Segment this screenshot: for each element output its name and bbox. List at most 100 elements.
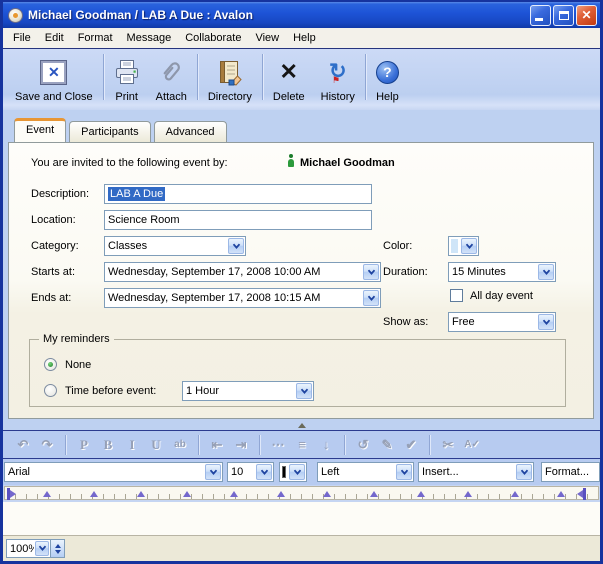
tab-event[interactable]: Event [14, 118, 66, 142]
color-combo-field [451, 239, 458, 253]
reminder-time-radio[interactable] [44, 384, 57, 397]
tab-stop-marker[interactable] [277, 491, 285, 497]
color-combo[interactable] [448, 236, 479, 256]
pen-icon[interactable]: ✎ [377, 437, 397, 453]
undo-icon[interactable]: ↶ [13, 437, 33, 453]
tab-stop-marker[interactable] [557, 491, 565, 497]
tab-stop-marker[interactable] [464, 491, 472, 497]
flag-icon: ⚑ [332, 68, 340, 92]
show-as-combo[interactable]: Free [448, 312, 556, 332]
window-title: Michael Goodman / LAB A Due : Avalon [28, 8, 530, 22]
chevron-down-icon [538, 264, 554, 280]
invited-by-name: Michael Goodman [300, 157, 395, 169]
redo-icon[interactable]: ↷ [37, 437, 57, 453]
starts-at-label: Starts at: [31, 266, 75, 278]
toolbar-separator [262, 54, 263, 100]
close-button[interactable]: ✕ [576, 5, 597, 26]
all-day-label: All day event [470, 290, 533, 302]
directory-button[interactable]: Directory [200, 52, 260, 104]
align-combo[interactable]: Left [317, 462, 414, 482]
paragraph-spacing-icon[interactable]: ≡ [292, 437, 312, 452]
spellcheck-icon[interactable]: A✓ [462, 439, 482, 450]
print-button[interactable]: Print [106, 52, 148, 104]
menu-message[interactable]: Message [120, 30, 179, 46]
help-icon: ? [376, 61, 399, 84]
ruler-scale[interactable] [4, 486, 599, 500]
zoom-combo[interactable]: 100% [6, 539, 51, 558]
description-input[interactable]: LAB A Due [104, 184, 372, 204]
chevron-down-icon [396, 464, 412, 480]
text-color-swatch [282, 466, 286, 478]
tab-stop-marker[interactable] [183, 491, 191, 497]
chevron-down-icon [228, 238, 244, 254]
menu-collaborate[interactable]: Collaborate [178, 30, 248, 46]
insert-combo[interactable]: Insert... [418, 462, 534, 482]
zoom-control: 100% [6, 539, 65, 558]
tab-stop-marker[interactable] [323, 491, 331, 497]
tab-stop-marker[interactable] [43, 491, 51, 497]
maximize-button[interactable] [553, 5, 574, 26]
tab-participants[interactable]: Participants [69, 121, 150, 142]
menu-file[interactable]: File [6, 30, 38, 46]
tab-advanced[interactable]: Advanced [154, 121, 227, 142]
bold-icon[interactable]: B [98, 437, 118, 453]
reminder-time-combo[interactable]: 1 Hour [182, 381, 314, 401]
tab-stop-marker[interactable] [137, 491, 145, 497]
delete-icon: ✕ [280, 61, 298, 83]
location-input[interactable]: Science Room [104, 210, 372, 230]
chevron-down-icon [35, 541, 49, 556]
window: Michael Goodman / LAB A Due : Avalon ✕ F… [0, 0, 603, 564]
font-family-combo[interactable]: Arial [4, 462, 223, 482]
menu-edit[interactable]: Edit [38, 30, 71, 46]
all-day-checkbox[interactable] [450, 289, 463, 302]
tab-stop-marker[interactable] [370, 491, 378, 497]
insert-below-icon[interactable]: ↓ [316, 437, 336, 452]
duration-combo[interactable]: 15 Minutes [448, 262, 556, 282]
tab-stops-icon[interactable]: ⋯ [268, 437, 288, 453]
description-label: Description: [31, 188, 89, 200]
invited-label: You are invited to the following event b… [31, 157, 228, 169]
formatting-toolbar: ↶ ↷ P B I U ab ⇤ ⇥ ⋯ ≡ ↓ ↺ ✎ ✔ ✂ A✓ [3, 430, 600, 458]
delete-button[interactable]: ✕ Delete [265, 52, 313, 104]
message-body[interactable] [3, 502, 600, 535]
help-button[interactable]: ? Help [368, 52, 407, 104]
attach-button[interactable]: Attach [148, 52, 195, 104]
right-margin-marker[interactable] [576, 488, 586, 500]
revert-icon[interactable]: ↺ [353, 437, 373, 453]
chevron-down-icon [461, 238, 477, 254]
chevron-down-icon [289, 464, 305, 480]
spin-up-icon [55, 544, 61, 548]
outdent-icon[interactable]: ⇤ [207, 437, 227, 453]
category-combo[interactable]: Classes [104, 236, 246, 256]
format-combo[interactable]: Format... [541, 462, 600, 482]
chevron-down-icon [538, 314, 554, 330]
italic-icon[interactable]: I [122, 437, 142, 453]
text-color-combo[interactable] [279, 462, 307, 482]
tab-stop-marker[interactable] [230, 491, 238, 497]
chevron-down-icon [296, 383, 312, 399]
plain-style-icon[interactable]: P [74, 437, 94, 453]
cut-replace-icon[interactable]: ✂ [438, 437, 458, 453]
menu-format[interactable]: Format [71, 30, 120, 46]
history-button[interactable]: ↻⚑ History [313, 52, 363, 104]
strikethrough-icon[interactable]: ab [170, 439, 190, 450]
approve-icon[interactable]: ✔ [401, 437, 421, 453]
splitter-handle[interactable] [3, 419, 600, 430]
underline-icon[interactable]: U [146, 437, 166, 453]
tab-stop-marker[interactable] [90, 491, 98, 497]
menu-help[interactable]: Help [286, 30, 323, 46]
left-margin-marker[interactable] [7, 488, 17, 500]
toolbar-separator [365, 54, 366, 100]
minimize-button[interactable] [530, 5, 551, 26]
ends-at-combo[interactable]: Wednesday, September 17, 2008 10:15 AM [104, 288, 381, 308]
starts-at-combo[interactable]: Wednesday, September 17, 2008 10:00 AM [104, 262, 381, 282]
tab-stop-marker[interactable] [511, 491, 519, 497]
indent-icon[interactable]: ⇥ [231, 437, 251, 453]
save-and-close-button[interactable]: ✕ Save and Close [7, 52, 101, 104]
reminder-none-radio[interactable] [44, 358, 57, 371]
font-size-combo[interactable]: 10 [227, 462, 274, 482]
zoom-spinner[interactable] [51, 539, 65, 558]
tab-stop-marker[interactable] [417, 491, 425, 497]
collapse-arrow-icon [298, 423, 306, 428]
menu-view[interactable]: View [248, 30, 286, 46]
